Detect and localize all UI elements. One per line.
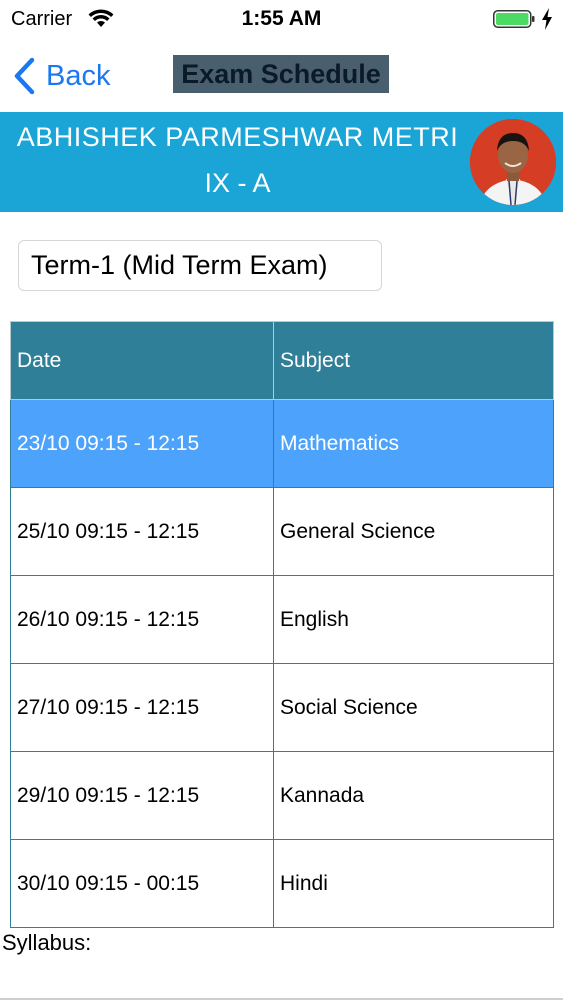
status-time: 1:55 AM bbox=[241, 7, 322, 30]
table-row[interactable]: 30/10 09:15 - 00:15 Hindi bbox=[10, 839, 554, 928]
table-row[interactable]: 26/10 09:15 - 12:15 English bbox=[10, 575, 554, 664]
charging-bolt-icon bbox=[542, 8, 552, 30]
battery-icon bbox=[493, 10, 535, 28]
table-row[interactable]: 25/10 09:15 - 12:15 General Science bbox=[10, 487, 554, 576]
column-header-date: Date bbox=[10, 321, 274, 400]
term-selector[interactable]: Term-1 (Mid Term Exam) bbox=[18, 240, 382, 291]
status-bar: Carrier 1:55 AM bbox=[0, 0, 563, 38]
column-header-subject: Subject bbox=[273, 321, 554, 400]
student-class: IX - A bbox=[204, 168, 271, 198]
exam-date-cell: 25/10 09:15 - 12:15 bbox=[10, 487, 274, 576]
back-button[interactable]: Back bbox=[12, 56, 110, 96]
exam-date-cell: 27/10 09:15 - 12:15 bbox=[10, 663, 274, 752]
exam-date-cell: 29/10 09:15 - 12:15 bbox=[10, 751, 274, 840]
exam-schedule-table: Date Subject 23/10 09:15 - 12:15 Mathema… bbox=[10, 321, 554, 928]
exam-date-cell: 23/10 09:15 - 12:15 bbox=[10, 399, 274, 488]
exam-subject-cell: Mathematics bbox=[273, 399, 554, 488]
back-label: Back bbox=[46, 59, 111, 92]
exam-subject-cell: Kannada bbox=[273, 751, 554, 840]
syllabus-label: Syllabus: bbox=[2, 930, 92, 955]
exam-subject-cell: Hindi bbox=[273, 839, 554, 928]
table-row[interactable]: 27/10 09:15 - 12:15 Social Science bbox=[10, 663, 554, 752]
navigation-bar: Back Exam Schedule bbox=[0, 38, 563, 112]
exam-subject-cell: Social Science bbox=[273, 663, 554, 752]
exam-date-cell: 26/10 09:15 - 12:15 bbox=[10, 575, 274, 664]
exam-date-cell: 30/10 09:15 - 00:15 bbox=[10, 839, 274, 928]
avatar bbox=[470, 119, 556, 205]
table-row[interactable]: 29/10 09:15 - 12:15 Kannada bbox=[10, 751, 554, 840]
exam-subject-cell: General Science bbox=[273, 487, 554, 576]
table-row[interactable]: 23/10 09:15 - 12:15 Mathematics bbox=[10, 399, 554, 488]
student-name: ABHISHEK PARMESHWAR METRI bbox=[16, 122, 459, 152]
exam-subject-cell: English bbox=[273, 575, 554, 664]
table-header-row: Date Subject bbox=[10, 321, 554, 400]
chevron-left-icon bbox=[14, 57, 35, 95]
page-title: Exam Schedule bbox=[173, 55, 389, 93]
student-profile-banner: ABHISHEK PARMESHWAR METRI IX - A bbox=[0, 112, 563, 212]
avatar-photo bbox=[470, 119, 556, 205]
